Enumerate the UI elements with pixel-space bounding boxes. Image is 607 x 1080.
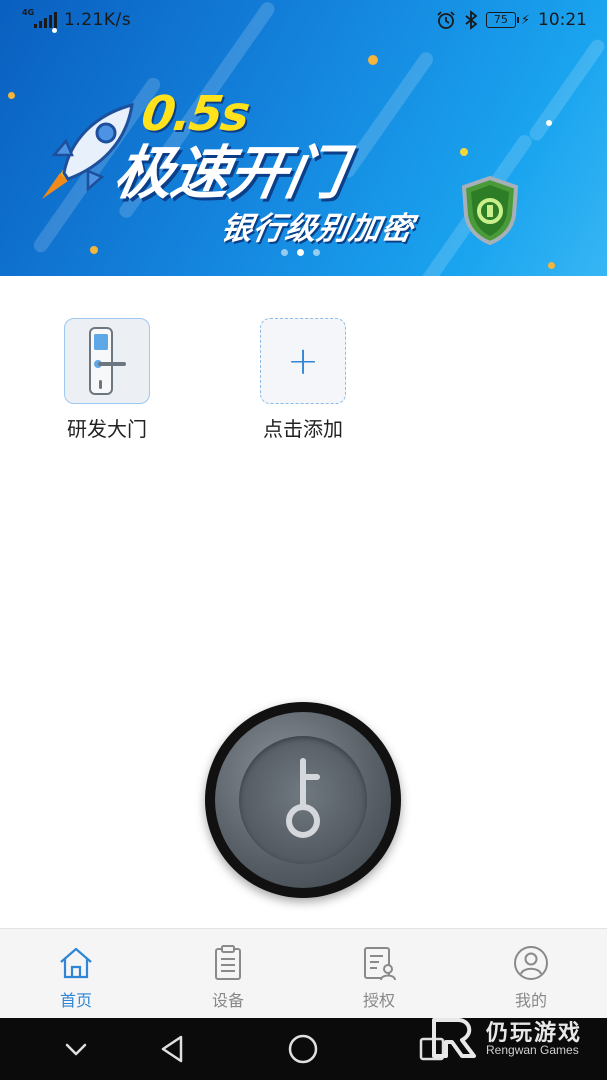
- banner-subtitle: 银行级别加密: [218, 211, 417, 247]
- unlock-inner: [239, 736, 367, 864]
- plus-icon: +: [287, 339, 319, 383]
- door-lock-icon: [89, 327, 126, 395]
- device-item-research-door[interactable]: 研发大门: [37, 318, 177, 442]
- banner-streak: [526, 36, 607, 144]
- watermark: 仍玩游戏 Rengwan Games: [430, 1014, 600, 1064]
- shield-icon: [461, 175, 519, 245]
- net-speed: 1.21K/s: [64, 10, 132, 30]
- clock: 10:21: [538, 10, 587, 30]
- watermark-logo-icon: [432, 1018, 476, 1058]
- tab-label: 我的: [514, 991, 547, 1010]
- user-icon: [514, 946, 548, 980]
- banner-pager: [281, 249, 320, 256]
- banner-dot: [548, 262, 555, 269]
- tab-authorization[interactable]: 授权: [319, 929, 439, 1019]
- home-circle-icon[interactable]: [285, 1031, 321, 1067]
- pager-dot-active: [297, 249, 304, 256]
- alarm-icon: [437, 11, 455, 29]
- tab-devices[interactable]: 设备: [168, 929, 288, 1019]
- tab-profile[interactable]: 我的: [471, 929, 591, 1019]
- tab-label: 授权: [362, 991, 395, 1010]
- status-bar: 4G 1.21K/s 75 ⚡ 10:21: [0, 0, 607, 40]
- promo-banner[interactable]: 0.5s 极速开门 银行级别加密: [0, 0, 607, 276]
- device-tile[interactable]: [64, 318, 150, 404]
- pager-dot: [281, 249, 288, 256]
- add-device-label: 点击添加: [263, 417, 343, 441]
- charging-icon: ⚡: [520, 12, 530, 28]
- banner-dot: [90, 246, 98, 254]
- battery-level: 75: [485, 12, 516, 28]
- banner-dot: [460, 148, 468, 156]
- watermark-subtext: Rengwan Games: [486, 1043, 579, 1057]
- banner-title: 极速开门: [109, 139, 350, 207]
- banner-dot: [546, 120, 552, 126]
- add-device-item[interactable]: + 点击添加: [233, 318, 373, 442]
- unlock-button[interactable]: [205, 702, 401, 898]
- key-icon: [286, 758, 320, 838]
- network-type: 4G: [22, 8, 35, 17]
- signal-icon: 4G: [22, 8, 57, 30]
- battery-icon: 75 ⚡: [485, 12, 530, 28]
- bottom-tab-bar: 首页 设备 授权 我的: [0, 928, 607, 1018]
- bluetooth-icon: [465, 10, 478, 30]
- collapse-icon[interactable]: [58, 1031, 94, 1067]
- banner-streak: [338, 49, 436, 181]
- clipboard-icon: [215, 945, 241, 980]
- tab-home[interactable]: 首页: [16, 929, 136, 1019]
- device-label: 研发大门: [67, 417, 147, 441]
- back-icon[interactable]: [155, 1031, 191, 1067]
- banner-dot: [368, 55, 378, 65]
- add-device-tile[interactable]: +: [260, 318, 346, 404]
- banner-dot: [8, 92, 15, 99]
- home-icon: [60, 947, 92, 979]
- pager-dot: [313, 249, 320, 256]
- authorization-icon: [364, 947, 396, 981]
- tab-label: 设备: [211, 991, 244, 1010]
- tab-label: 首页: [59, 991, 92, 1010]
